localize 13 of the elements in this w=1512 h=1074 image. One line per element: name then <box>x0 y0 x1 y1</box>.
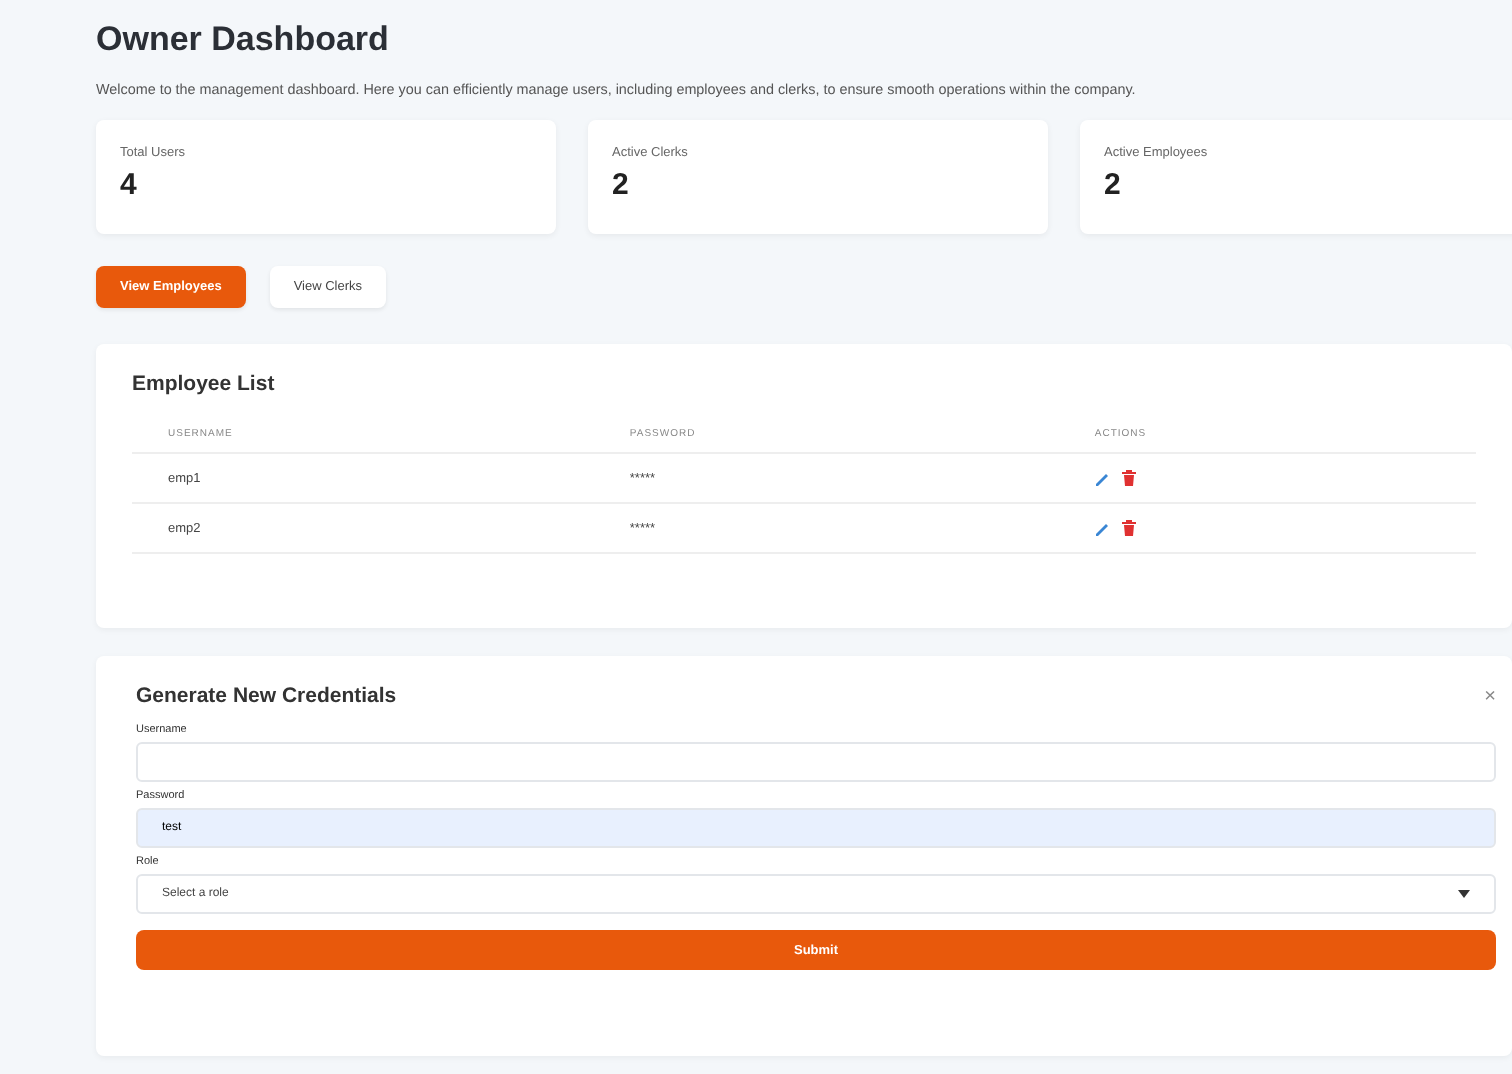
page-title: Owner Dashboard <box>96 20 391 60</box>
caret-icon <box>1458 890 1470 898</box>
trash-icon[interactable] <box>1122 470 1137 486</box>
stat-value: 2 <box>1104 168 1123 202</box>
stat-value: 2 <box>612 168 631 202</box>
trash-icon[interactable] <box>1122 520 1137 536</box>
card-title: Employee List <box>132 372 277 396</box>
card-title: Generate New Credentials <box>136 684 397 708</box>
edit-icon[interactable] <box>1094 470 1111 486</box>
edit-icon[interactable] <box>1094 520 1111 536</box>
close-button[interactable]: × <box>1484 685 1496 707</box>
username-field[interactable] <box>136 742 1496 782</box>
stat-value: 4 <box>120 168 139 202</box>
